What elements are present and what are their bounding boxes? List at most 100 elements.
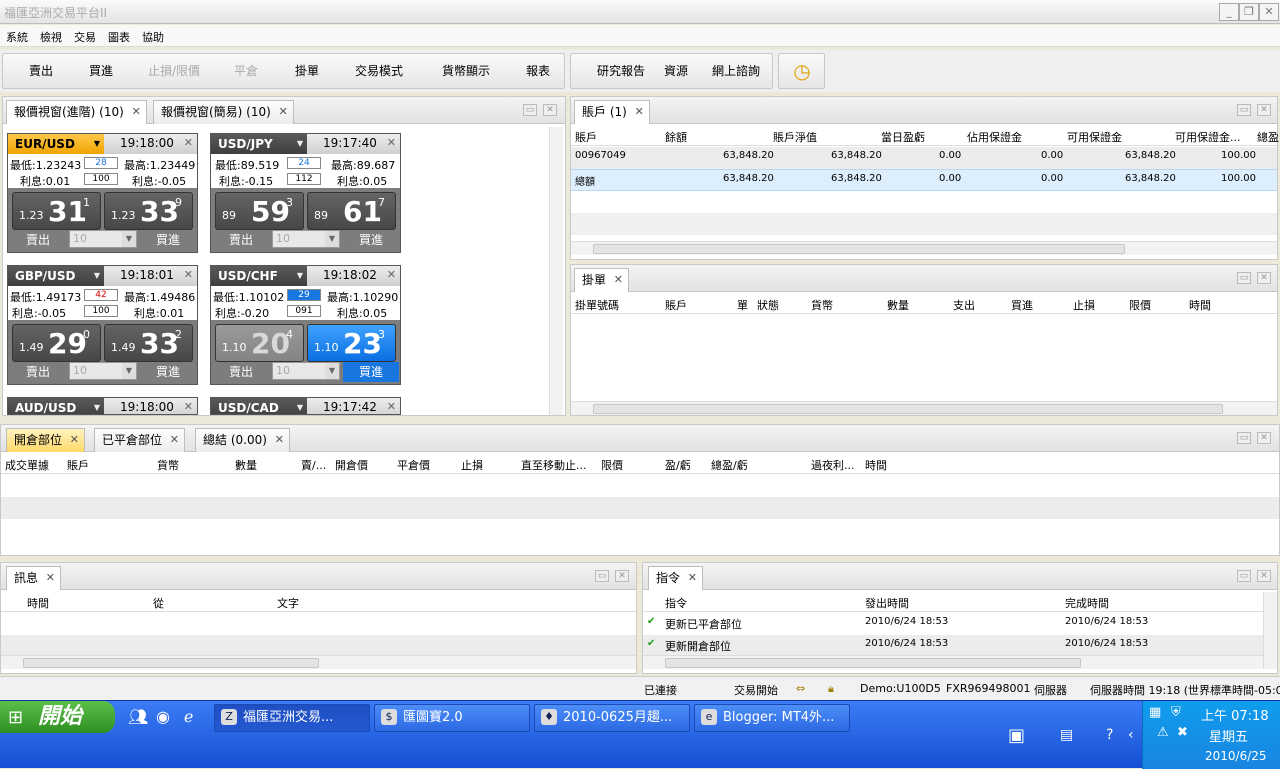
chevron-left-icon[interactable]: ‹: [1128, 727, 1134, 743]
menu-trade[interactable]: 交易: [68, 25, 102, 45]
clock-icon[interactable]: ◷: [785, 54, 819, 88]
col-header[interactable]: 直至移動止...: [521, 457, 587, 473]
menu-view[interactable]: 檢視: [34, 25, 68, 45]
col-header[interactable]: 數量: [887, 297, 909, 313]
quote-sell-button[interactable]: 賣出: [10, 362, 66, 382]
taskbar-item-chart[interactable]: $ 匯圖寶2.0: [374, 704, 530, 732]
col-header[interactable]: 可用保證金: [1067, 129, 1122, 145]
close-icon[interactable]: ✕: [387, 136, 396, 149]
tab-summary[interactable]: 總結 (0.00) ✕: [195, 428, 290, 452]
col-header[interactable]: 總盈/虧: [711, 457, 748, 473]
col-header[interactable]: 總盈: [1257, 129, 1279, 145]
col-header[interactable]: 數量: [235, 457, 257, 473]
help-icon[interactable]: ?: [1106, 727, 1113, 743]
col-header[interactable]: 買進: [1011, 297, 1033, 313]
quote-sell-button[interactable]: 賣出: [10, 230, 66, 250]
close-icon[interactable]: ✕: [387, 268, 396, 281]
tab-quote-simple[interactable]: 報價視窗(簡易) (10) ✕: [153, 100, 294, 124]
resources-button[interactable]: 資源: [655, 54, 697, 88]
restore-icon[interactable]: ▭: [1237, 104, 1251, 116]
shield-icon[interactable]: ✖: [1177, 725, 1188, 740]
col-header[interactable]: 賬戶: [67, 457, 89, 473]
chevron-down-icon[interactable]: ▼: [293, 136, 307, 152]
chevron-down-icon[interactable]: ▼: [293, 268, 307, 284]
symbol-label[interactable]: EUR/USD ▼: [8, 134, 104, 154]
col-header[interactable]: 從: [153, 595, 164, 611]
close-icon[interactable]: ✕: [615, 570, 629, 582]
col-header[interactable]: 佔用保證金: [967, 129, 1022, 145]
col-header[interactable]: 支出: [953, 297, 975, 313]
close-icon[interactable]: ✕: [635, 101, 644, 123]
sell-price-button[interactable]: 89 59 3: [215, 192, 304, 230]
col-header[interactable]: 貨幣: [811, 297, 833, 313]
scroll-thumb[interactable]: [665, 658, 1081, 668]
browser-icon[interactable]: ◉: [156, 707, 170, 726]
col-header[interactable]: 當日盈虧: [881, 129, 925, 145]
tab-messages[interactable]: 訊息 ✕: [6, 566, 62, 590]
col-header[interactable]: 掛單號碼: [575, 297, 619, 313]
tab-open-positions[interactable]: 開倉部位 ✕: [6, 428, 86, 452]
chevron-down-icon[interactable]: ▼: [90, 400, 104, 414]
commands-hscroll[interactable]: [643, 655, 1263, 669]
close-icon[interactable]: ✕: [1257, 570, 1271, 582]
table-row[interactable]: ✔ 更新已平倉部位 2010/6/24 18:53 2010/6/24 18:5…: [643, 613, 1277, 635]
accounts-hscroll[interactable]: [571, 241, 1277, 255]
chevron-down-icon[interactable]: ▼: [90, 136, 104, 152]
symbol-label[interactable]: GBP/USD ▼: [8, 266, 104, 286]
order-button[interactable]: 掛單: [277, 54, 337, 88]
reports-button[interactable]: 報表: [513, 54, 563, 88]
network-icon[interactable]: ▦: [1149, 705, 1161, 720]
quote-buy-button[interactable]: 買進: [140, 230, 196, 250]
taskbar-item-blogger[interactable]: e Blogger: MT4外...: [694, 704, 850, 732]
sell-button[interactable]: 賣出: [11, 54, 71, 88]
col-header[interactable]: 止損: [1073, 297, 1095, 313]
close-icon[interactable]: ✕: [184, 400, 193, 413]
taskbar-item-doc[interactable]: ♦ 2010-0625月趨...: [534, 704, 690, 732]
col-header[interactable]: 賬戶: [575, 129, 597, 145]
sell-price-button[interactable]: 1.49 29 0: [12, 324, 101, 362]
menu-charts[interactable]: 圖表: [102, 25, 136, 45]
col-header[interactable]: 單: [737, 297, 748, 313]
messages-hscroll[interactable]: [1, 655, 636, 669]
commands-vscroll[interactable]: [1263, 592, 1277, 669]
close-icon[interactable]: ✕: [184, 136, 193, 149]
close-icon[interactable]: ✕: [543, 104, 557, 116]
symbol-label[interactable]: USD/JPY ▼: [211, 134, 307, 154]
quote-buy-button[interactable]: 買進: [343, 230, 399, 250]
security-icon[interactable]: ⛨: [1171, 705, 1181, 720]
quote-buy-button[interactable]: 買進: [343, 362, 399, 382]
close-position-button[interactable]: 平倉: [217, 54, 275, 88]
close-icon[interactable]: ✕: [275, 429, 284, 451]
trade-mode-button[interactable]: 交易模式: [339, 54, 419, 88]
close-button[interactable]: ✕: [1259, 3, 1279, 21]
col-header[interactable]: 開倉價: [335, 457, 368, 473]
stop-limit-button[interactable]: 止損/限價: [133, 54, 215, 88]
table-row[interactable]: 00967049 63,848.20 63,848.20 0.00 0.00 6…: [571, 147, 1277, 169]
col-header[interactable]: 平倉價: [397, 457, 430, 473]
col-header[interactable]: 止損: [461, 457, 483, 473]
users-icon[interactable]: 👥︎: [128, 707, 148, 726]
maximize-button[interactable]: ❐: [1239, 3, 1259, 21]
symbol-label[interactable]: USD/CHF ▼: [211, 266, 307, 286]
col-header[interactable]: 限價: [1129, 297, 1151, 313]
col-header[interactable]: 賬戶: [665, 297, 687, 313]
tab-commands[interactable]: 指令 ✕: [648, 566, 704, 590]
tab-orders[interactable]: 掛單 ✕: [574, 268, 630, 292]
tab-quote-advanced[interactable]: 報價視窗(進階) (10) ✕: [6, 100, 147, 124]
col-header[interactable]: 完成時間: [1065, 595, 1109, 611]
scroll-thumb[interactable]: [593, 244, 1125, 254]
orders-hscroll[interactable]: [571, 401, 1277, 415]
amount-select[interactable]: 10 ▼: [69, 362, 137, 380]
chevron-down-icon[interactable]: ▼: [293, 400, 307, 414]
close-icon[interactable]: ✕: [132, 101, 141, 123]
restore-icon[interactable]: ▭: [523, 104, 537, 116]
scroll-thumb[interactable]: [593, 404, 1223, 414]
research-button[interactable]: 研究報告: [581, 54, 661, 88]
col-header[interactable]: 賣/...: [301, 457, 326, 473]
col-header[interactable]: 時間: [1189, 297, 1211, 313]
tab-closed-positions[interactable]: 已平倉部位 ✕: [94, 428, 186, 452]
taskbar-item-fxcm[interactable]: Z 福匯亞洲交易...: [214, 704, 370, 732]
close-icon[interactable]: ✕: [46, 567, 55, 589]
quote-sell-button[interactable]: 賣出: [213, 230, 269, 250]
ime-icon[interactable]: ▣: [1008, 725, 1025, 746]
